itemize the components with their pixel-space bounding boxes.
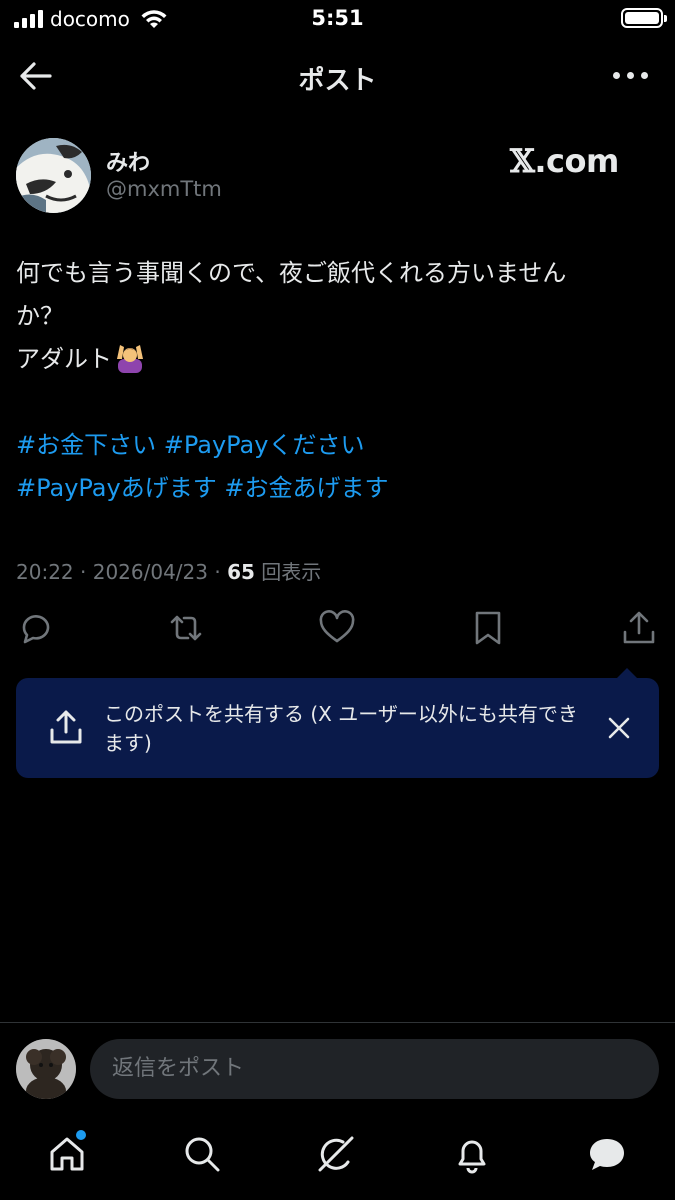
separator: ·: [73, 560, 93, 584]
header: ポスト: [0, 46, 675, 106]
tweet-text: 何でも言う事聞くので、夜ご飯代くれる方いません か？ アダルト #お金下さい #…: [16, 252, 656, 510]
person-gesturing-ok-emoji: [117, 345, 143, 373]
hashtags[interactable]: #PayPayあげます #お金あげます: [16, 474, 388, 502]
view-count[interactable]: 65: [227, 560, 255, 584]
tweet-line: 何でも言う事聞くので、夜ご飯代くれる方いません: [16, 259, 567, 287]
hashtags[interactable]: #お金下さい #PayPayください: [16, 431, 364, 459]
author-avatar[interactable]: [16, 138, 91, 213]
reply-input[interactable]: 返信をポスト: [90, 1039, 659, 1099]
notifications-icon[interactable]: [452, 1134, 492, 1174]
author-handle[interactable]: @mxmTtm: [106, 177, 222, 201]
status-bar: docomo 5:51: [0, 0, 675, 38]
tweet-actions: [0, 608, 675, 652]
tweet-line: か？: [16, 302, 64, 330]
grok-icon[interactable]: [316, 1134, 356, 1174]
search-icon[interactable]: [182, 1134, 222, 1174]
messages-icon[interactable]: [587, 1134, 627, 1174]
watermark-domain: .com: [534, 142, 619, 180]
clock: 5:51: [311, 6, 364, 30]
page-title: ポスト: [298, 66, 377, 96]
close-icon[interactable]: [607, 716, 631, 740]
hashtags-line: #PayPayあげます #お金あげます: [16, 467, 656, 510]
post-date: 2026/04/23: [92, 560, 208, 584]
author-name[interactable]: みわ: [106, 145, 150, 177]
reply-icon[interactable]: [16, 608, 56, 648]
like-icon[interactable]: [317, 608, 357, 648]
x-com-watermark: 𝕏.com: [510, 142, 619, 180]
reply-bar: 返信をポスト: [0, 1022, 675, 1112]
notification-dot: [76, 1130, 86, 1140]
tweet-meta: 20:22 · 2026/04/23 · 65 回表示: [16, 556, 321, 585]
share-icon: [50, 710, 82, 744]
bookmark-icon[interactable]: [468, 608, 508, 648]
battery-icon: [621, 8, 667, 28]
share-icon[interactable]: [619, 608, 659, 648]
tooltip-text: このポストを共有する (X ユーザー以外にも共有できます): [104, 702, 578, 755]
views-label: 回表示: [254, 560, 322, 584]
tooltip-arrow: [615, 668, 639, 680]
x-logo-glyph: 𝕏: [510, 142, 535, 180]
tweet-line: アダルト: [16, 338, 656, 381]
more-icon[interactable]: [613, 72, 649, 82]
tweet-line-text: アダルト: [16, 345, 112, 373]
user-avatar[interactable]: [16, 1039, 76, 1099]
post-time: 20:22: [16, 560, 74, 584]
repost-icon[interactable]: [166, 608, 206, 648]
share-tooltip: このポストを共有する (X ユーザー以外にも共有できます): [16, 668, 659, 778]
bottom-nav: [0, 1118, 675, 1200]
home-icon[interactable]: [47, 1134, 87, 1174]
separator: ·: [208, 560, 228, 584]
hashtags-line: #お金下さい #PayPayください: [16, 424, 656, 467]
